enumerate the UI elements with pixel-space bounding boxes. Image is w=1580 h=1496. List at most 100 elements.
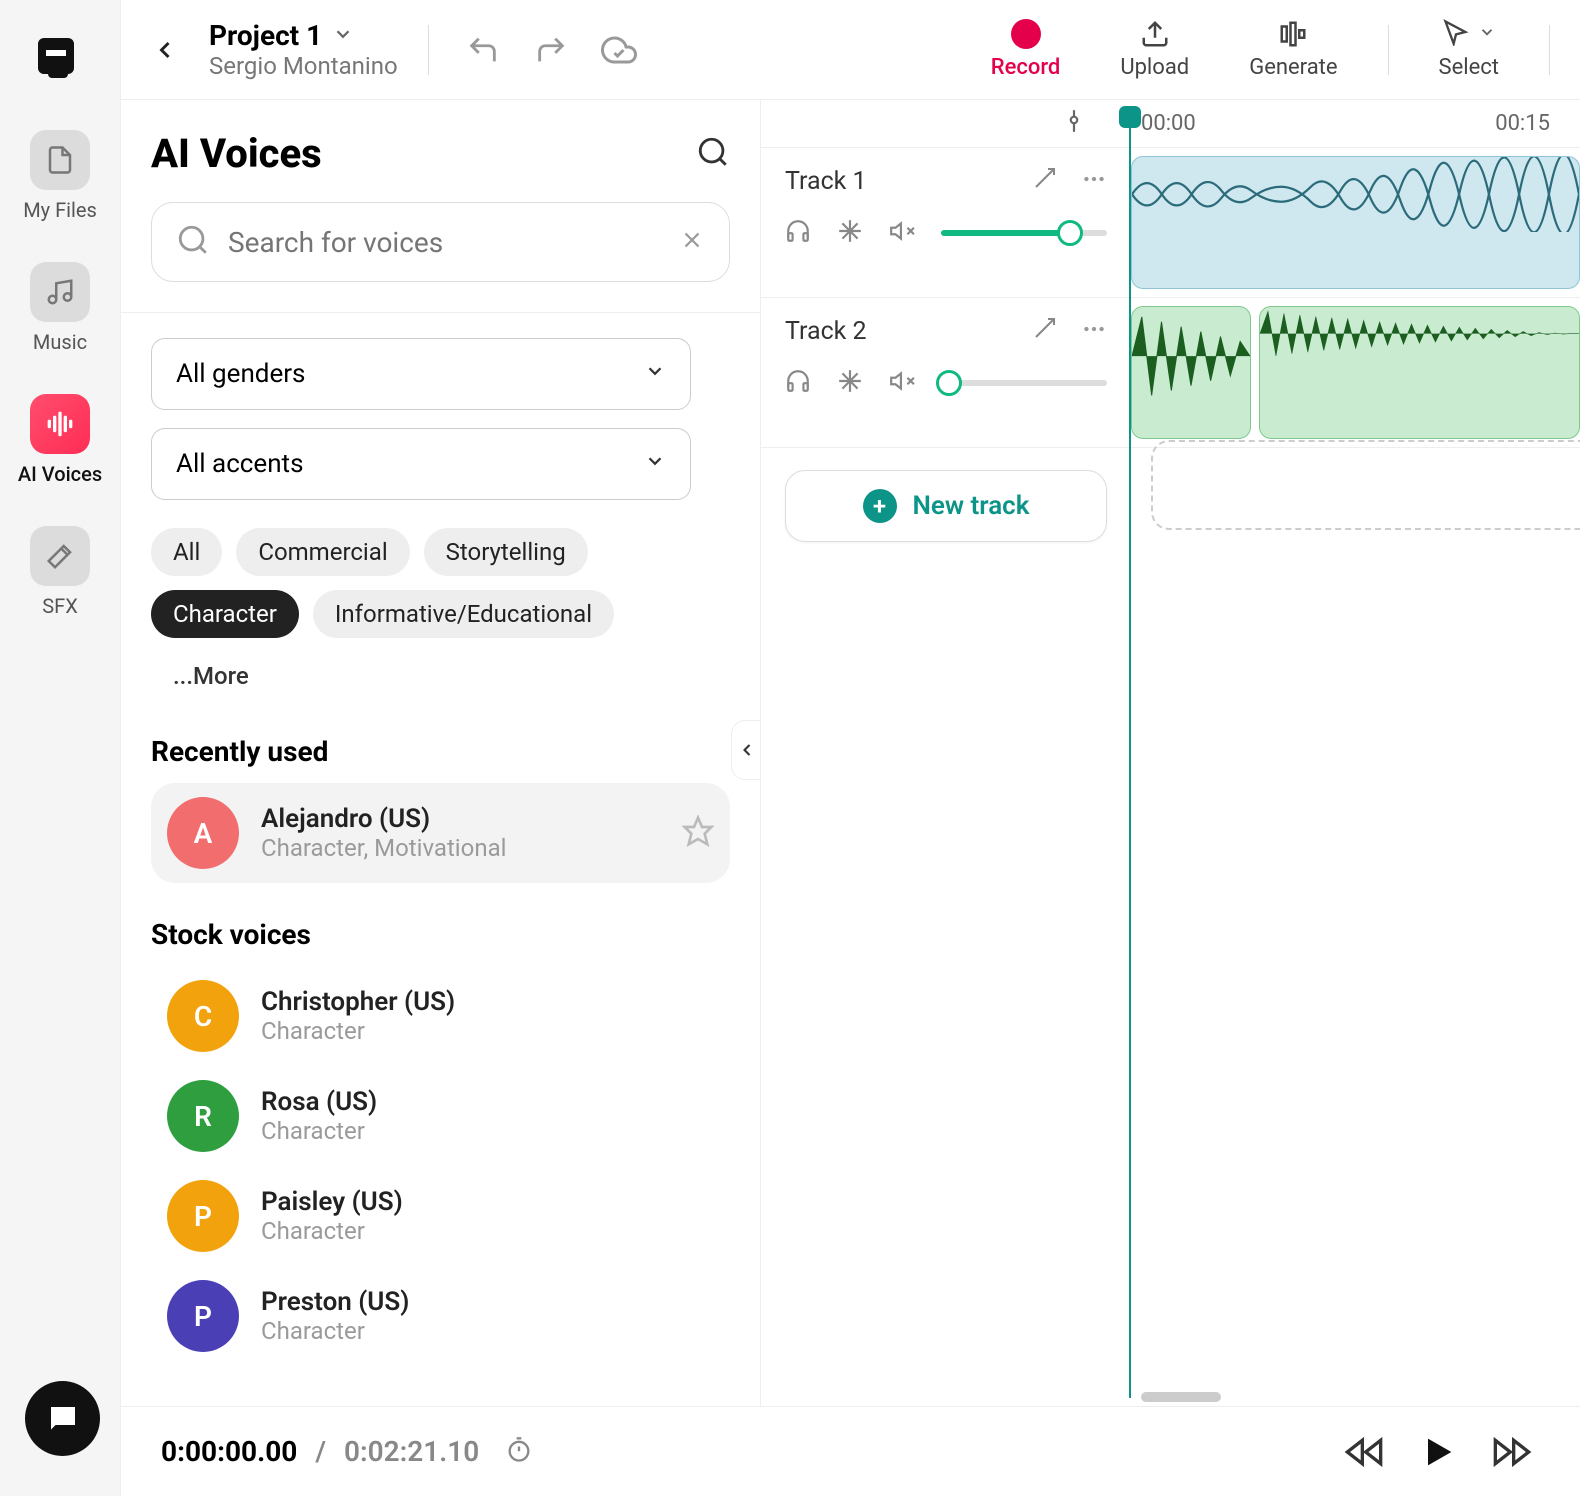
chip-more[interactable]: ...More	[151, 652, 271, 700]
voice-sub: Character, Motivational	[261, 834, 506, 862]
cursor-icon	[1442, 18, 1470, 50]
chevron-down-icon[interactable]	[332, 23, 354, 49]
voice-name: Alejandro (US)	[261, 804, 506, 834]
nav-label: AI Voices	[18, 462, 102, 486]
timeline-ruler[interactable]: 00:00 00:15	[761, 100, 1580, 148]
track-lane[interactable]	[1131, 298, 1580, 447]
search-input[interactable]	[228, 226, 661, 259]
stopwatch-icon[interactable]	[505, 1436, 533, 1468]
timecode-total: 0:02:21.10	[344, 1435, 479, 1468]
action-label: Generate	[1249, 55, 1337, 80]
redo-button[interactable]	[527, 26, 575, 74]
upload-icon	[1140, 19, 1170, 49]
voice-name: Christopher (US)	[261, 987, 455, 1017]
gender-select[interactable]: All genders	[151, 338, 691, 410]
voices-panel: AI Voices All genders All accents	[121, 100, 761, 1406]
more-icon[interactable]	[1081, 316, 1107, 346]
track-name[interactable]: Track 2	[785, 317, 867, 346]
chip-all[interactable]: All	[151, 528, 222, 576]
star-icon[interactable]	[682, 815, 714, 851]
select-value: All genders	[176, 359, 305, 389]
new-track-button[interactable]: + New track	[785, 470, 1107, 542]
track-header: Track 2	[761, 298, 1131, 447]
voice-row[interactable]: P Preston (US) Character	[151, 1266, 730, 1366]
select-tool-button[interactable]: Select	[1419, 19, 1519, 80]
playhead-handle[interactable]	[1119, 106, 1141, 128]
headphones-icon[interactable]	[785, 368, 811, 398]
help-chat-button[interactable]	[25, 1381, 100, 1456]
cloud-sync-button[interactable]	[595, 26, 643, 74]
voice-name: Paisley (US)	[261, 1187, 403, 1217]
enhance-icon[interactable]	[1033, 166, 1057, 196]
rewind-button[interactable]	[1336, 1424, 1392, 1480]
volume-thumb[interactable]	[1057, 220, 1083, 246]
play-button[interactable]	[1410, 1424, 1466, 1480]
nav-my-files[interactable]: My Files	[23, 130, 97, 222]
voice-row[interactable]: R Rosa (US) Character	[151, 1066, 730, 1166]
transport-bar: 0:00:00.00 / 0:02:21.10	[121, 1406, 1580, 1496]
volume-slider[interactable]	[941, 230, 1107, 236]
freeze-icon[interactable]	[837, 368, 863, 398]
nav-label: My Files	[23, 198, 97, 222]
voice-sub: Character	[261, 1017, 455, 1045]
recent-header: Recently used	[151, 735, 730, 768]
accent-select[interactable]: All accents	[151, 428, 691, 500]
panel-title: AI Voices	[151, 130, 322, 177]
nav-sfx[interactable]: SFX	[30, 526, 90, 618]
chip-storytelling[interactable]: Storytelling	[424, 528, 588, 576]
new-track-label: New track	[913, 491, 1030, 521]
action-label: Select	[1439, 55, 1499, 80]
avatar: P	[167, 1180, 239, 1252]
record-button[interactable]: Record	[971, 19, 1081, 80]
waveform-icon	[30, 394, 90, 454]
chip-character[interactable]: Character	[151, 590, 299, 638]
mute-icon[interactable]	[889, 218, 915, 248]
voice-row-recent[interactable]: A Alejandro (US) Character, Motivational	[151, 783, 730, 883]
search-icon[interactable]	[696, 135, 730, 173]
headphones-icon[interactable]	[785, 218, 811, 248]
enhance-icon[interactable]	[1033, 316, 1057, 346]
forward-button[interactable]	[1484, 1424, 1540, 1480]
track-name[interactable]: Track 1	[785, 167, 867, 196]
nav-ai-voices[interactable]: AI Voices	[18, 394, 102, 486]
volume-slider[interactable]	[941, 380, 1107, 386]
freeze-icon[interactable]	[837, 218, 863, 248]
generate-icon	[1278, 19, 1308, 49]
track-header: Track 1	[761, 148, 1131, 297]
marker-pin-icon[interactable]	[1061, 108, 1087, 138]
chip-commercial[interactable]: Commercial	[236, 528, 409, 576]
voice-row[interactable]: P Paisley (US) Character	[151, 1166, 730, 1266]
voice-row[interactable]: C Christopher (US) Character	[151, 966, 730, 1066]
chip-informative[interactable]: Informative/Educational	[313, 590, 614, 638]
stock-header: Stock voices	[151, 918, 730, 951]
timeline-panel: 00:00 00:15 Track 1	[761, 100, 1580, 1406]
app-logo	[30, 30, 90, 90]
search-field[interactable]	[151, 202, 730, 282]
left-nav-rail: My Files Music AI Voices SFX	[0, 0, 120, 1496]
track-lane[interactable]	[1131, 148, 1580, 297]
back-button[interactable]	[141, 26, 189, 74]
record-icon	[1011, 19, 1041, 49]
project-title[interactable]: Project 1	[209, 19, 322, 52]
track-row: Track 2	[761, 298, 1580, 448]
more-icon[interactable]	[1081, 166, 1107, 196]
undo-button[interactable]	[459, 26, 507, 74]
upload-button[interactable]: Upload	[1100, 19, 1209, 80]
ruler-tick: 00:15	[1495, 111, 1550, 136]
chevron-down-icon[interactable]	[1478, 23, 1496, 45]
clear-icon[interactable]	[679, 227, 705, 257]
voice-sub: Character	[261, 1317, 409, 1345]
audio-clip[interactable]	[1259, 306, 1580, 439]
mute-icon[interactable]	[889, 368, 915, 398]
audio-clip[interactable]	[1131, 156, 1580, 289]
drop-zone[interactable]	[1151, 440, 1580, 530]
voice-name: Preston (US)	[261, 1287, 409, 1317]
plus-icon: +	[863, 489, 897, 523]
generate-button[interactable]: Generate	[1229, 19, 1357, 80]
volume-thumb[interactable]	[936, 370, 962, 396]
audio-clip[interactable]	[1131, 306, 1251, 439]
timeline-scrollbar[interactable]	[1141, 1392, 1221, 1402]
nav-music[interactable]: Music	[30, 262, 90, 354]
collapse-panel-button[interactable]	[731, 720, 761, 780]
ruler-tick: 00:00	[1141, 111, 1196, 136]
